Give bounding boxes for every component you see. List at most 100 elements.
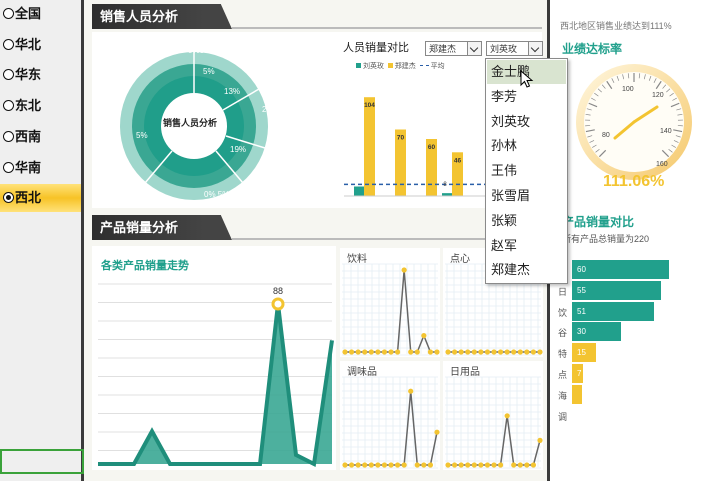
compare-category: 特	[558, 349, 568, 360]
donut-label: 2%	[262, 105, 274, 114]
mini-point	[471, 349, 477, 355]
mini-point	[530, 349, 537, 355]
dropdown-option[interactable]: 王伟	[487, 159, 566, 183]
mini-point	[401, 267, 407, 273]
mini-point	[484, 462, 491, 468]
mini-point	[414, 349, 420, 355]
radio-icon[interactable]	[3, 161, 14, 173]
mini-point	[375, 462, 381, 468]
bar-data-label: 104	[364, 102, 375, 109]
legend-label: 平均	[430, 63, 445, 70]
mini-chart-label: 日用品	[450, 367, 480, 378]
mini-point	[408, 349, 414, 355]
mini-point	[355, 462, 361, 468]
dropdown-option[interactable]: 郑建杰	[487, 258, 566, 282]
dropdown-option[interactable]: 赵军	[487, 234, 566, 258]
mini-point	[401, 462, 407, 468]
dropdown-option[interactable]: 张雪眉	[487, 184, 566, 208]
gauge-tick-label: 160	[656, 161, 668, 168]
avg-data-label: 8	[443, 182, 447, 188]
combo-value: 郑建杰	[429, 44, 457, 54]
donut-center-label: 销售人员分析	[163, 118, 218, 128]
compare-bar: 51	[572, 301, 655, 321]
compare-bar: 60	[572, 260, 669, 279]
mini-point	[491, 349, 497, 355]
mini-point	[484, 349, 491, 355]
donut-label: 19%	[230, 145, 247, 154]
region-label: 华南	[15, 159, 42, 175]
compare-category: 调	[558, 411, 568, 422]
legend-swatch	[419, 65, 429, 66]
compare-bar: 30	[572, 322, 621, 342]
region-option[interactable]: 东北	[0, 92, 81, 120]
bar-data-label: 46	[454, 157, 462, 164]
trend-line	[98, 303, 334, 468]
mini-point	[497, 349, 504, 355]
radio-icon[interactable]	[3, 100, 14, 112]
mini-point	[375, 349, 381, 355]
mini-point	[421, 333, 427, 339]
bar-data-label: 60	[428, 144, 436, 151]
region-option[interactable]: 华东	[0, 61, 81, 89]
mini-point	[537, 349, 543, 355]
mini-point	[451, 462, 458, 468]
mini-point	[394, 349, 401, 355]
mini-point	[491, 462, 497, 468]
mini-point	[445, 462, 451, 468]
mini-chart-label: 饮料	[347, 254, 367, 265]
compare-bar	[572, 384, 582, 404]
region-option[interactable]: 全国	[0, 0, 81, 28]
compare-category: 点	[558, 370, 568, 380]
donut-label: 5%	[136, 131, 148, 140]
radio-icon[interactable]	[3, 38, 14, 50]
mouse-cursor-icon	[520, 70, 534, 88]
radio-icon[interactable]	[3, 130, 14, 142]
section-divider	[232, 27, 542, 29]
region-label: 华东	[15, 67, 42, 83]
mini-point	[497, 462, 504, 468]
mini-chart-panel: 饮料	[340, 248, 440, 357]
donut-label: 0%5%	[188, 46, 212, 55]
compare-bar: 7	[572, 364, 584, 383]
mini-point	[427, 349, 434, 355]
mini-point	[388, 349, 394, 355]
region-option[interactable]: 西南	[0, 123, 81, 151]
mini-point	[427, 462, 434, 468]
region-option[interactable]: 华北	[0, 31, 81, 59]
mini-point	[381, 462, 388, 468]
radio-icon[interactable]	[3, 192, 14, 204]
mini-point	[414, 462, 420, 468]
legend-label: 刘英玫	[362, 63, 384, 70]
dropdown-option[interactable]: 刘英玫	[487, 110, 566, 134]
mini-point	[342, 462, 348, 468]
mini-point	[434, 349, 440, 355]
mini-point	[458, 349, 464, 355]
compare-category: 谷	[558, 328, 568, 339]
region-option[interactable]: 华南	[0, 154, 81, 182]
peak-marker	[271, 297, 285, 311]
radio-icon[interactable]	[3, 69, 14, 81]
mini-point	[342, 349, 348, 355]
trend-area-chart: 88	[98, 283, 334, 468]
donut-label: 13%	[224, 87, 241, 96]
mini-point	[368, 462, 374, 468]
mini-point	[478, 349, 484, 355]
chevron-down-icon[interactable]	[528, 41, 543, 56]
legend-swatch	[387, 63, 393, 68]
region-label: 华北	[15, 36, 42, 52]
mini-point	[458, 462, 464, 468]
mini-chart-label: 调味品	[347, 367, 377, 378]
region-option[interactable]: 西北	[0, 184, 81, 213]
chevron-down-icon[interactable]	[467, 41, 482, 56]
mini-point	[511, 462, 517, 468]
radio-icon[interactable]	[3, 8, 14, 19]
dropdown-option[interactable]: 孙林	[487, 134, 566, 158]
compare-bar: 15	[572, 343, 597, 363]
compare-bar: 55	[572, 280, 661, 300]
dropdown-option[interactable]: 张颖	[487, 209, 566, 233]
mini-point	[394, 462, 401, 468]
cell-selection[interactable]	[0, 449, 84, 474]
person-combo-1[interactable]: 郑建杰	[425, 41, 482, 56]
product-section-title: 产品销量分析	[92, 215, 232, 240]
person-combo-2[interactable]: 刘英玫	[486, 41, 543, 56]
